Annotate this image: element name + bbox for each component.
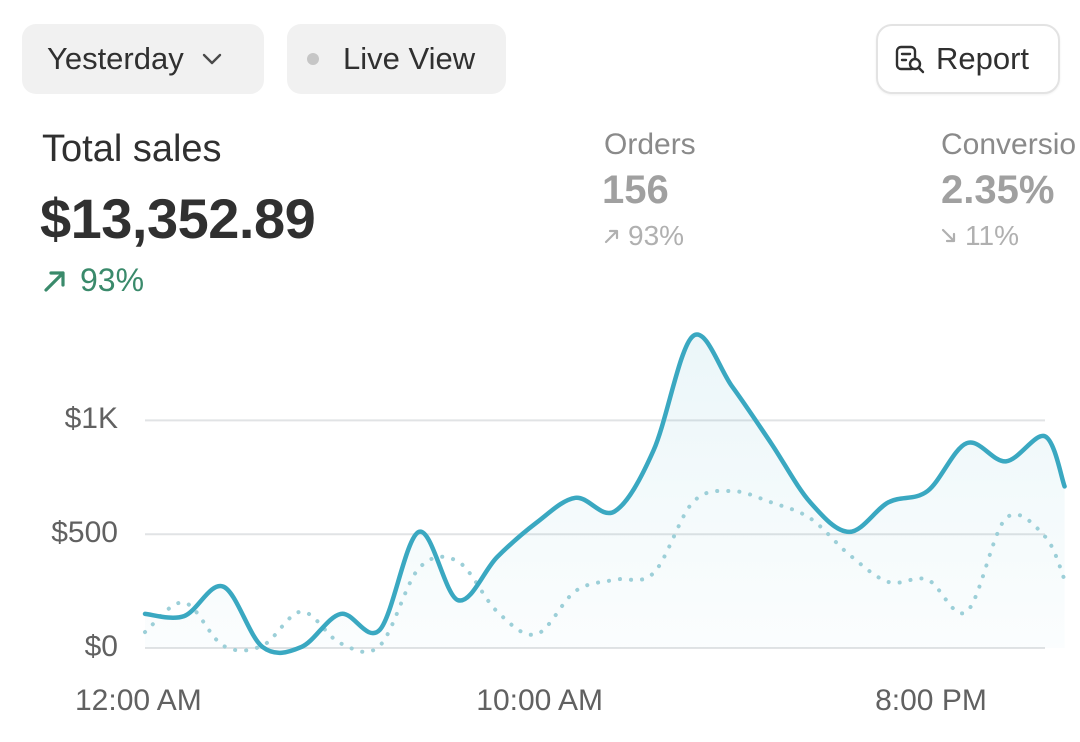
y-tick-label: $500 [51,516,118,550]
x-tick-label: 8:00 PM [875,684,987,717]
x-tick-label: 12:00 AM [75,684,202,717]
y-tick-label: $0 [84,630,118,663]
y-tick-label: $1K [64,402,118,436]
x-tick-label: 10:00 AM [476,684,604,717]
sales-line-chart [142,332,1067,655]
